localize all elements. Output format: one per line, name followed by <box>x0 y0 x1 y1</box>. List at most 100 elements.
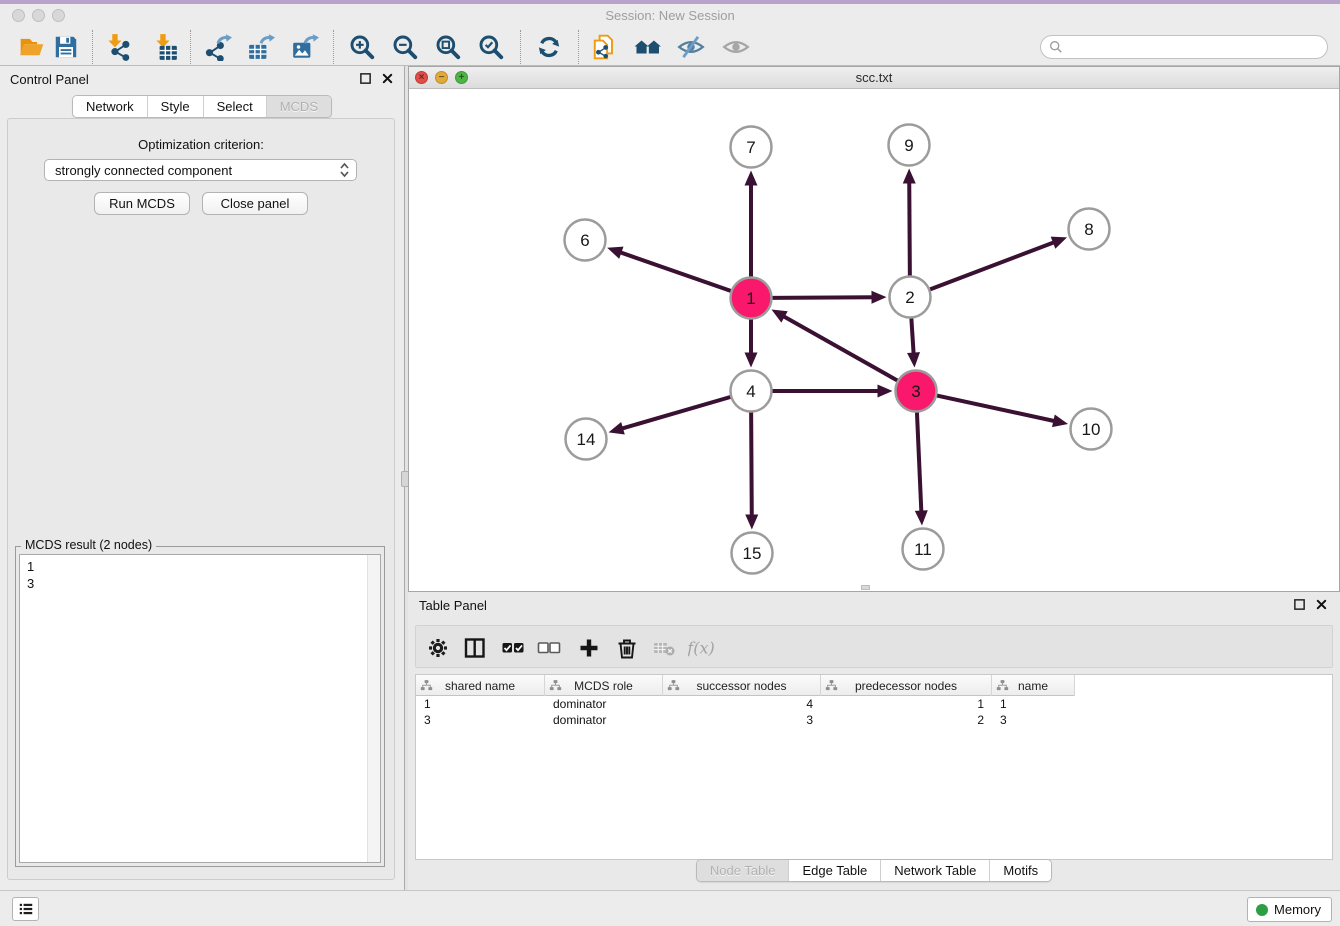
tab-network[interactable]: Network <box>73 96 147 117</box>
import-table-button[interactable] <box>148 31 182 63</box>
graph-node-1[interactable]: 1 <box>731 278 772 319</box>
float-panel-icon[interactable] <box>359 72 372 85</box>
node-label: 2 <box>905 288 914 307</box>
table-row-3[interactable]: 3dominator323 <box>416 712 1075 728</box>
column-label: MCDS role <box>574 679 633 693</box>
column-header-name[interactable]: name <box>992 675 1075 696</box>
hierarchy-icon <box>549 679 562 692</box>
delete-table-icon <box>651 635 677 661</box>
node-table[interactable]: shared name MCDS role successor nodesprede… <box>415 674 1333 860</box>
first-neighbors-button[interactable] <box>631 31 665 63</box>
graph-node-9[interactable]: 9 <box>889 125 930 166</box>
export-network-button[interactable] <box>201 31 235 63</box>
show-columns-button[interactable] <box>460 633 490 663</box>
memory-button[interactable]: Memory <box>1247 897 1332 922</box>
unselect-all-columns-button[interactable] <box>534 633 564 663</box>
graph-node-14[interactable]: 14 <box>566 419 607 460</box>
zoom-selected-icon <box>477 33 505 61</box>
network-resize-grip[interactable] <box>861 585 870 590</box>
refresh-view-button[interactable] <box>532 31 566 63</box>
hide-selected-button[interactable] <box>674 31 708 63</box>
graph-node-6[interactable]: 6 <box>565 220 606 261</box>
graph-edge-1-2[interactable] <box>772 297 873 298</box>
export-image-button[interactable] <box>288 31 322 63</box>
graph-edge-2-3[interactable] <box>911 318 913 354</box>
tab-network-table[interactable]: Network Table <box>880 860 989 881</box>
tab-mcds[interactable]: MCDS <box>266 96 331 117</box>
table-cell[interactable]: 3 <box>663 712 821 728</box>
table-cell[interactable]: 1 <box>821 696 992 712</box>
search-input[interactable] <box>1063 37 1327 57</box>
select-all-columns-button[interactable] <box>498 633 528 663</box>
network-canvas[interactable]: 7 9 6 8 1 2 4 3 14 10 15 11 <box>409 89 1339 591</box>
table-cell[interactable]: 4 <box>663 696 821 712</box>
zoom-out-button[interactable] <box>388 31 422 63</box>
float-table-panel-icon[interactable] <box>1293 598 1306 611</box>
graph-node-8[interactable]: 8 <box>1069 209 1110 250</box>
network-window-titlebar[interactable]: × − + scc.txt <box>409 67 1339 89</box>
close-panel-button[interactable]: Close panel <box>202 192 308 215</box>
graph-node-7[interactable]: 7 <box>731 127 772 168</box>
table-cell[interactable]: 1 <box>992 696 1075 712</box>
graph-node-4[interactable]: 4 <box>731 371 772 412</box>
import-network-button[interactable] <box>100 31 134 63</box>
export-table-button[interactable] <box>244 31 278 63</box>
table-cell[interactable]: dominator <box>545 696 663 712</box>
graph-node-10[interactable]: 10 <box>1071 409 1112 450</box>
graph-node-2[interactable]: 2 <box>890 277 931 318</box>
run-mcds-button[interactable]: Run MCDS <box>94 192 190 215</box>
table-mode-gear-button[interactable] <box>423 633 453 663</box>
graph-edge-3-10[interactable] <box>937 396 1055 422</box>
zoom-fit-icon <box>434 33 462 61</box>
export-image-icon <box>291 33 319 61</box>
table-cell[interactable]: 1 <box>416 696 545 712</box>
graph-edge-3-1[interactable] <box>783 316 897 381</box>
table-cell[interactable]: 2 <box>821 712 992 728</box>
save-session-button[interactable] <box>49 31 83 63</box>
table-cell[interactable]: dominator <box>545 712 663 728</box>
graph-node-11[interactable]: 11 <box>903 529 944 570</box>
zoom-selected-button[interactable] <box>474 31 508 63</box>
create-column-button[interactable] <box>574 633 604 663</box>
graph-node-15[interactable]: 15 <box>732 533 773 574</box>
show-panels-button[interactable] <box>12 897 39 921</box>
column-header-successor-nodes[interactable]: successor nodes <box>663 675 821 696</box>
tab-node-table[interactable]: Node Table <box>697 860 789 881</box>
zoom-in-button[interactable] <box>345 31 379 63</box>
tab-motifs[interactable]: Motifs <box>989 860 1051 881</box>
tab-select[interactable]: Select <box>203 96 266 117</box>
table-cell[interactable]: 3 <box>416 712 545 728</box>
graph-node-3[interactable]: 3 <box>896 371 937 412</box>
column-header-predecessor-nodes[interactable]: predecessor nodes <box>821 675 992 696</box>
window-title: Session: New Session <box>0 8 1340 23</box>
close-table-panel-icon[interactable] <box>1315 598 1328 611</box>
open-file-button[interactable] <box>15 31 49 63</box>
graph-edge-2-9[interactable] <box>909 181 910 275</box>
titlebar: Session: New Session <box>0 4 1340 28</box>
create-column-icon <box>576 635 602 661</box>
close-panel-icon[interactable] <box>381 72 394 85</box>
node-label: 1 <box>746 289 755 308</box>
clone-network-button[interactable] <box>588 31 622 63</box>
mcds-result-textarea[interactable]: 13 <box>19 554 381 863</box>
graph-edge-3-11[interactable] <box>917 412 921 512</box>
tab-edge-table[interactable]: Edge Table <box>788 860 880 881</box>
graph-edge-4-14[interactable] <box>621 397 730 429</box>
tab-style[interactable]: Style <box>147 96 203 117</box>
result-scrollbar[interactable] <box>367 555 380 862</box>
graph-edge-arrowhead <box>745 514 758 529</box>
graph-edge-1-6[interactable] <box>619 252 730 291</box>
open-file-icon <box>18 33 46 61</box>
table-cell[interactable]: 3 <box>992 712 1075 728</box>
graph-edge-2-8[interactable] <box>930 242 1055 289</box>
table-row-1[interactable]: 1dominator411 <box>416 696 1075 712</box>
zoom-fit-button[interactable] <box>431 31 465 63</box>
toolbar-separator <box>520 30 521 64</box>
mcds-panel: Optimization criterion: strongly connect… <box>7 118 395 880</box>
criterion-dropdown[interactable]: strongly connected component <box>44 159 357 181</box>
search-box[interactable] <box>1040 35 1328 59</box>
delete-columns-button[interactable] <box>612 633 642 663</box>
graph-edge-4-15[interactable] <box>751 412 752 516</box>
column-header-MCDS-role[interactable]: MCDS role <box>545 675 663 696</box>
column-header-shared-name[interactable]: shared name <box>416 675 545 696</box>
